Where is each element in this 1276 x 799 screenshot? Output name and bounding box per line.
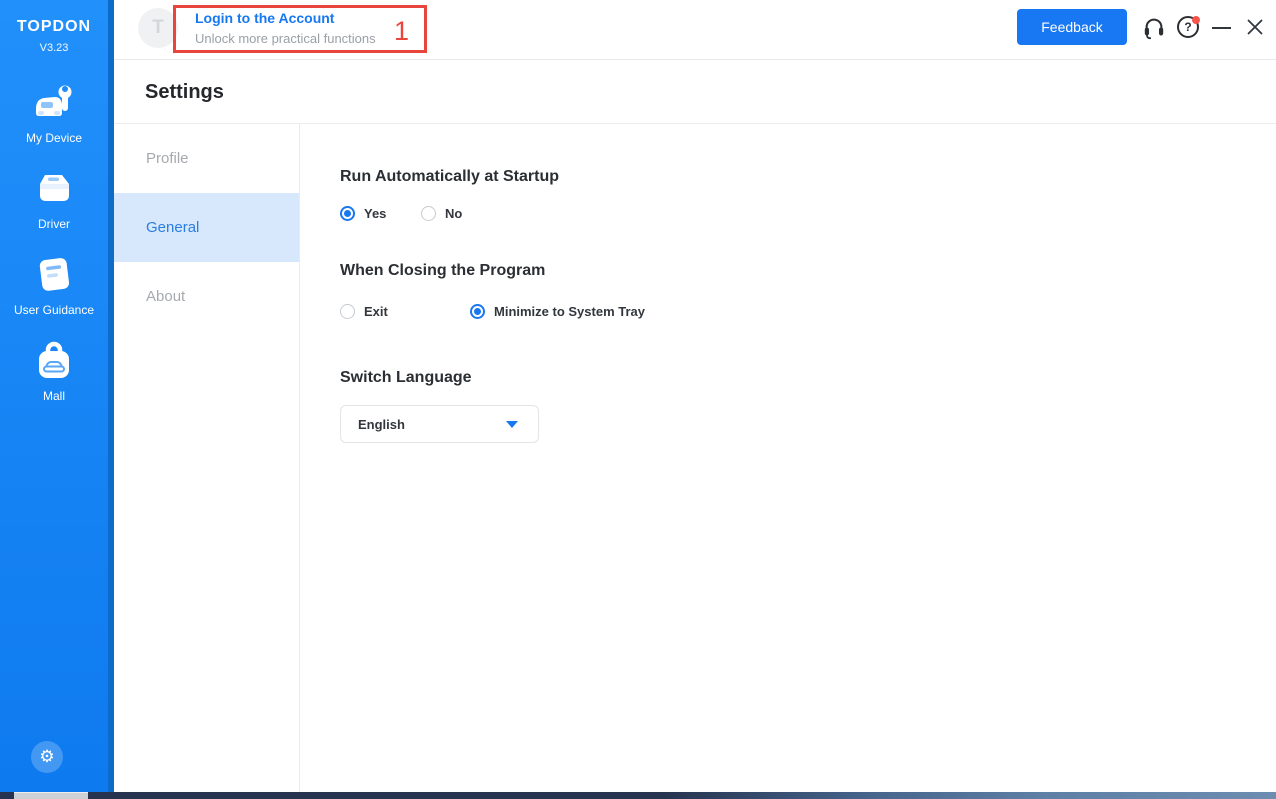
radio-option-minimize-to-tray[interactable]: Minimize to System Tray — [470, 304, 645, 319]
login-link[interactable]: Login to the Account Unlock more practic… — [195, 10, 376, 46]
mall-icon — [31, 338, 77, 384]
radio-minimize-to-tray[interactable] — [470, 304, 485, 319]
radio-no[interactable] — [421, 206, 436, 221]
sidebar-item-label: User Guidance — [13, 303, 95, 317]
taskbar-edge — [0, 792, 1276, 799]
sidebar-item-label: Driver — [38, 217, 70, 231]
notification-badge — [1192, 16, 1200, 24]
user-guidance-icon — [31, 252, 77, 298]
taskbar-button-edge — [14, 792, 88, 799]
settings-subnav: Profile General About — [114, 124, 300, 792]
page-title: Settings — [145, 81, 224, 103]
radio-label: Yes — [364, 206, 387, 221]
subnav-item-label: About — [146, 288, 186, 305]
radio-option-exit[interactable]: Exit — [340, 304, 388, 319]
sidebar-item-user-guidance[interactable]: User Guidance — [0, 252, 108, 317]
section-heading-switch-language: Switch Language — [340, 369, 472, 386]
sidebar-nav: My Device Driver User Guidance Mall — [0, 80, 108, 403]
login-subtitle: Unlock more practical functions — [195, 31, 376, 46]
radio-label: Minimize to System Tray — [494, 304, 645, 319]
radio-label: No — [445, 206, 463, 221]
language-selected-value: English — [358, 416, 405, 432]
support-headset-icon[interactable] — [1142, 16, 1166, 45]
close-button[interactable] — [1245, 17, 1265, 42]
driver-icon — [31, 166, 77, 212]
sidebar: TOPDON V3.23 My Device Driver User Guida… — [0, 0, 114, 792]
sidebar-item-driver[interactable]: Driver — [0, 166, 108, 231]
feedback-button[interactable]: Feedback — [1017, 9, 1127, 45]
sidebar-item-my-device[interactable]: My Device — [0, 80, 108, 145]
settings-general-panel: Run Automatically at Startup Yes No When… — [300, 124, 1276, 792]
radio-exit[interactable] — [340, 304, 355, 319]
subnav-item-profile[interactable]: Profile — [114, 124, 299, 193]
section-heading-run-at-startup: Run Automatically at Startup — [340, 168, 559, 185]
avatar[interactable]: T — [138, 8, 178, 48]
app-window: TOPDON V3.23 My Device Driver User Guida… — [0, 0, 1276, 799]
annotation-number: 1 — [393, 16, 409, 46]
language-dropdown[interactable]: English — [340, 405, 539, 443]
section-heading-when-closing: When Closing the Program — [340, 262, 546, 279]
minimize-button[interactable] — [1212, 27, 1231, 29]
radio-yes[interactable] — [340, 206, 355, 221]
subnav-item-general[interactable]: General — [114, 193, 299, 262]
radio-label: Exit — [364, 304, 388, 319]
radio-option-no[interactable]: No — [421, 206, 462, 221]
brand: TOPDON V3.23 — [0, 18, 108, 54]
settings-titlebar: Settings — [114, 61, 1276, 124]
sidebar-item-label: My Device — [25, 131, 82, 145]
gear-icon: ⚙ — [39, 747, 55, 767]
avatar-letter: T — [152, 17, 164, 38]
help-icon[interactable]: ? — [1177, 16, 1200, 38]
subnav-item-about[interactable]: About — [114, 262, 299, 331]
sidebar-item-mall[interactable]: Mall — [0, 338, 108, 403]
settings-gear-button[interactable]: ⚙ — [31, 741, 63, 773]
login-title: Login to the Account — [195, 10, 335, 26]
my-device-icon — [31, 80, 77, 126]
app-version: V3.23 — [39, 42, 69, 54]
radio-option-yes[interactable]: Yes — [340, 206, 386, 221]
subnav-item-label: General — [146, 219, 200, 236]
help-glyph: ? — [1184, 20, 1192, 34]
subnav-item-label: Profile — [146, 150, 189, 167]
chevron-down-icon — [506, 420, 518, 428]
brand-logo: TOPDON — [16, 18, 92, 35]
sidebar-item-label: Mall — [42, 389, 65, 403]
header: T Login to the Account Unlock more pract… — [114, 0, 1276, 60]
